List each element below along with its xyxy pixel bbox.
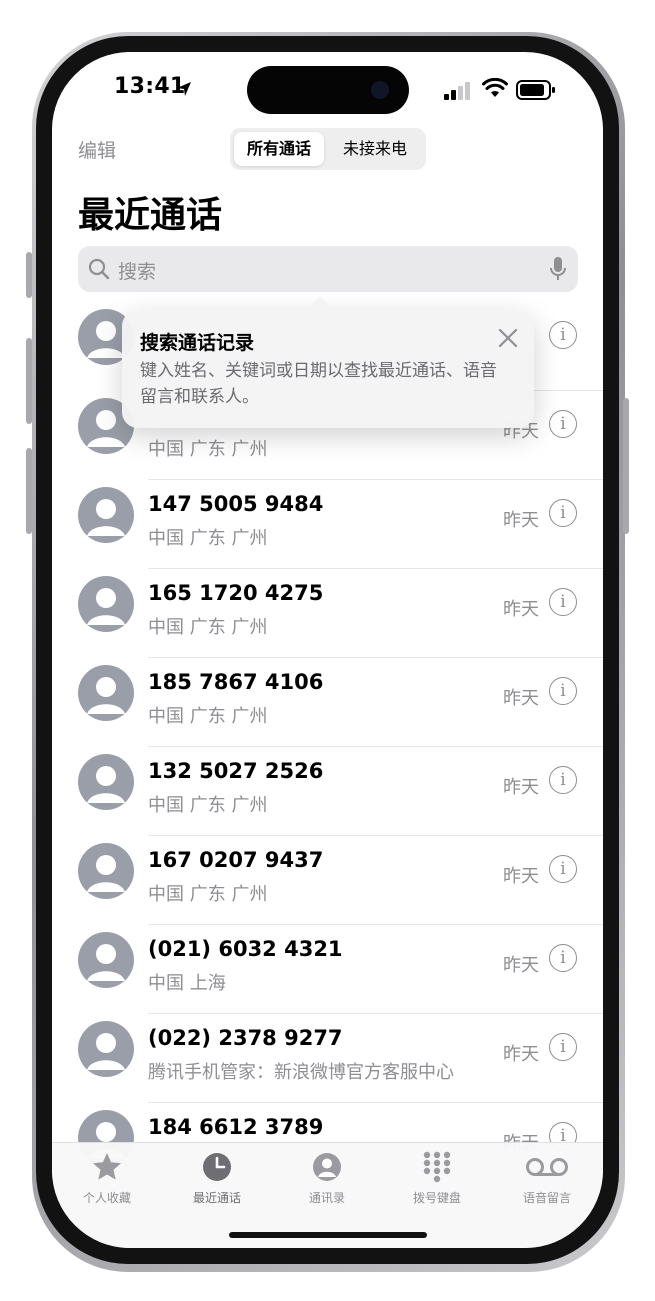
clock-icon [203,1153,231,1181]
search-bar[interactable]: 搜索 [78,246,578,292]
edit-button[interactable]: 编辑 [78,136,116,163]
search-icon [88,258,110,280]
call-location: 中国 广东 广州 [148,884,268,905]
tab-voicemail[interactable]: 语音留言 [492,1143,602,1223]
info-icon[interactable]: i [549,410,577,438]
info-icon[interactable]: i [549,499,577,527]
wifi-icon [482,78,508,97]
star-icon [93,1153,121,1180]
close-icon[interactable] [498,328,518,348]
call-number: 185 7867 4106 [148,670,324,694]
location-arrow-icon [177,82,191,96]
person-circle-icon [313,1153,341,1181]
dynamic-island [247,66,409,114]
call-row[interactable]: 165 1720 4275 中国 广东 广州 昨天 i [52,569,603,658]
popover-arrow [305,295,335,325]
segment-all-calls[interactable]: 所有通话 [234,132,324,166]
call-number: 147 5005 9484 [148,492,324,516]
call-date: 昨天 [503,1044,539,1065]
call-location: 中国 广东 广州 [148,706,268,727]
tab-contacts[interactable]: 通讯录 [272,1143,382,1223]
cellular-signal-icon [444,82,470,100]
call-date: 昨天 [503,866,539,887]
call-location: 中国 广东 广州 [148,617,268,638]
call-row[interactable]: 167 0207 9437 中国 广东 广州 昨天 i [52,836,603,925]
avatar [78,487,134,543]
call-location: 中国 广东 广州 [148,439,268,460]
tab-keypad[interactable]: 拨号键盘 [382,1143,492,1223]
call-row[interactable]: 147 5005 9484 中国 广东 广州 昨天 i [52,480,603,569]
info-icon[interactable]: i [549,677,577,705]
avatar [78,754,134,810]
call-date: 昨天 [503,688,539,709]
call-number: 184 6612 3789 [148,1115,324,1139]
tab-label: 个人收藏 [82,1191,131,1205]
search-placeholder: 搜索 [118,261,157,283]
call-date: 昨天 [503,777,539,798]
call-row[interactable]: (021) 6032 4321 中国 上海 昨天 i [52,925,603,1014]
tab-label: 语音留言 [522,1191,571,1205]
camera-icon [371,81,389,99]
tab-favorites[interactable]: 个人收藏 [52,1143,162,1223]
info-icon[interactable]: i [549,321,577,349]
call-location: 中国 广东 广州 [148,528,268,549]
tip-title: 搜索通话记录 [140,332,255,354]
voicemail-icon [526,1158,568,1176]
call-row[interactable]: 132 5027 2526 中国 广东 广州 昨天 i [52,747,603,836]
call-number: (022) 2378 9277 [148,1026,343,1050]
info-icon[interactable]: i [549,944,577,972]
tab-label: 最近通话 [192,1191,241,1205]
segment-missed-calls[interactable]: 未接来电 [328,132,422,166]
info-icon[interactable]: i [549,588,577,616]
tip-body: 键入姓名、关键词或日期以查找最近通话、语音留言和联系人。 [140,361,497,407]
call-location: 中国 广东 广州 [148,795,268,816]
call-row[interactable]: 185 7867 4106 中国 广东 广州 昨天 i [52,658,603,747]
avatar [78,1021,134,1077]
info-icon[interactable]: i [549,855,577,883]
call-number: 132 5027 2526 [148,759,324,783]
avatar [78,932,134,988]
tab-label: 通讯录 [308,1191,345,1205]
volume-down-button [26,448,32,534]
call-row[interactable]: (022) 2378 9277 腾讯手机管家：新浪微博官方客服中心 昨天 i [52,1014,603,1103]
avatar [78,576,134,632]
call-location: 中国 上海 [148,973,226,994]
avatar [78,843,134,899]
call-filter-segmented-control: 所有通话 未接来电 [230,128,426,170]
keypad-icon [423,1151,451,1183]
status-bar: 13:41 [52,52,603,124]
call-date: 昨天 [503,955,539,976]
screen: 13:41 编辑 所有通话 未接来电 最近通话 搜索 i 中国 广东 广州 昨天… [52,52,603,1248]
battery-icon [516,80,555,100]
power-button [623,398,629,534]
volume-up-button [26,338,32,424]
call-number: (021) 6032 4321 [148,937,343,961]
home-indicator [229,1232,427,1238]
avatar [78,665,134,721]
call-date: 昨天 [503,510,539,531]
microphone-icon[interactable] [550,256,566,282]
tab-label: 拨号键盘 [412,1191,461,1205]
call-date: 昨天 [503,599,539,620]
search-tip-popover: 搜索通话记录 键入姓名、关键词或日期以查找最近通话、语音留言和联系人。 [122,295,534,428]
call-number: 167 0207 9437 [148,848,324,872]
call-location: 腾讯手机管家：新浪微博官方客服中心 [148,1062,454,1083]
call-number: 165 1720 4275 [148,581,324,605]
info-icon[interactable]: i [549,1033,577,1061]
tab-recents[interactable]: 最近通话 [162,1143,272,1223]
info-icon[interactable]: i [549,766,577,794]
action-button [26,252,32,298]
page-title: 最近通话 [78,195,223,236]
